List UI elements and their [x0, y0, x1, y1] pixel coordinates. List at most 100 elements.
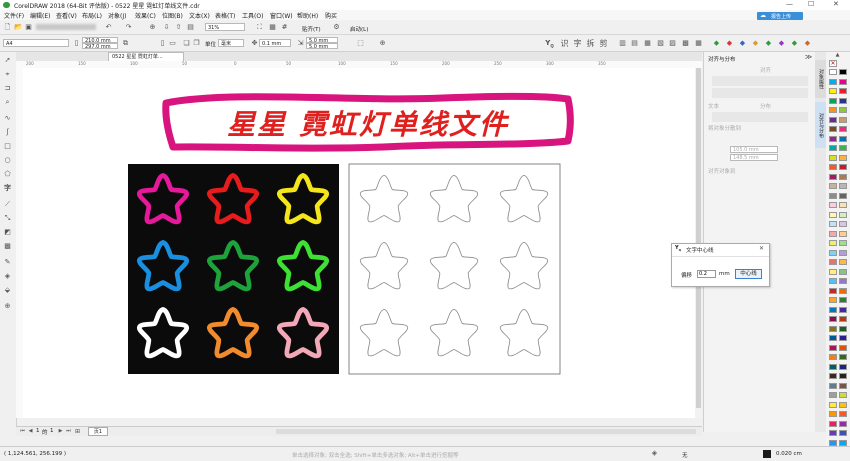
publish-pdf-icon[interactable]: ▤	[186, 23, 195, 32]
color-swatch[interactable]	[829, 135, 837, 142]
color-swatch[interactable]	[829, 392, 837, 398]
offset-input[interactable]	[697, 270, 716, 278]
transparency-icon[interactable]: ▩	[3, 242, 12, 251]
x-position-field[interactable]: 105.0 mm	[730, 146, 778, 153]
add-page-nav-icon[interactable]: ⊞	[73, 427, 82, 436]
upload-button[interactable]: ☁ 报告上传	[757, 12, 803, 20]
color-swatch[interactable]	[829, 316, 837, 322]
align-distribute-tab[interactable]: 对齐与分布	[815, 102, 826, 148]
zoom-select[interactable]: 31%	[205, 23, 245, 31]
plugin-yq-icon[interactable]: YQ	[545, 39, 554, 48]
undo-icon[interactable]: ↶	[104, 23, 113, 32]
color-swatch[interactable]	[839, 88, 847, 94]
color-swatch[interactable]	[839, 145, 847, 151]
y-position-field[interactable]: 148.5 mm	[730, 154, 778, 161]
shape-tool-icon[interactable]: ⌖	[3, 70, 12, 79]
color-swatch[interactable]	[839, 344, 847, 351]
plugin-h-icon[interactable]: ◆	[803, 39, 812, 48]
page-tab[interactable]: 页1	[88, 427, 108, 436]
color-swatch[interactable]	[829, 401, 837, 408]
color-swatch[interactable]	[829, 297, 837, 303]
color-swatch[interactable]	[839, 202, 847, 208]
menu-layout[interactable]: 布局(L)	[82, 11, 102, 20]
align-buttons-row-2[interactable]	[712, 88, 808, 98]
plugin-c-icon[interactable]: ◆	[738, 39, 747, 48]
align-left-icon[interactable]: ▥	[618, 39, 627, 48]
color-swatch[interactable]	[829, 221, 837, 227]
color-swatch[interactable]	[829, 230, 837, 237]
launch-label[interactable]: 启动(L)	[350, 25, 368, 33]
color-swatch[interactable]	[839, 69, 847, 75]
docker-menu-icon[interactable]: ≫	[804, 53, 813, 62]
menu-bitmaps[interactable]: 位图(B)	[162, 11, 183, 20]
color-swatch[interactable]	[829, 107, 837, 113]
color-swatch[interactable]	[839, 107, 847, 113]
color-swatch[interactable]	[839, 78, 847, 85]
all-pages-icon[interactable]: ❏	[182, 39, 191, 48]
export-icon[interactable]: ⇧	[174, 23, 183, 32]
color-swatch[interactable]	[839, 240, 847, 246]
color-swatch[interactable]	[839, 116, 847, 123]
menu-file[interactable]: 文件(F)	[4, 11, 24, 20]
text-tool-icon[interactable]: 字	[3, 184, 12, 193]
color-swatch[interactable]	[829, 344, 837, 351]
distribute-icon[interactable]: ▦	[694, 39, 703, 48]
color-swatch[interactable]	[829, 439, 837, 446]
color-swatch[interactable]	[829, 411, 837, 417]
color-swatch[interactable]	[829, 373, 837, 379]
color-swatch[interactable]	[839, 439, 847, 446]
align-bottom-icon[interactable]: ▩	[681, 39, 690, 48]
import-icon[interactable]: ⇩	[162, 23, 171, 32]
connector-tool-icon[interactable]: ⤡	[3, 214, 12, 223]
plugin-split-button[interactable]: 拆	[586, 39, 595, 48]
pick-tool-icon[interactable]: ➚	[3, 56, 12, 65]
parallel-dimension-icon[interactable]: ⟋	[3, 200, 12, 209]
color-swatch[interactable]	[829, 211, 837, 218]
color-swatch[interactable]	[839, 278, 847, 284]
freehand-tool-icon[interactable]: ∿	[3, 114, 12, 123]
color-swatch[interactable]	[829, 382, 837, 389]
menu-buy[interactable]: 购买	[325, 11, 337, 20]
palette-scroll-up-icon[interactable]: ▲	[833, 51, 842, 60]
close-icon[interactable]: ✕	[833, 0, 839, 8]
horizontal-scrollbar[interactable]	[276, 429, 696, 434]
menu-view[interactable]: 查看(V)	[56, 11, 77, 20]
lock-ratio-icon[interactable]: ⧉	[121, 39, 130, 48]
plugin-cut-button[interactable]: 剪	[599, 39, 608, 48]
color-swatch[interactable]	[829, 278, 837, 284]
interactive-fill-icon[interactable]: ◈	[3, 272, 12, 281]
plugin-recognize-button[interactable]: 识	[560, 39, 569, 48]
transform-icon[interactable]: ⬚	[356, 39, 365, 48]
object-properties-tab[interactable]: 对象属性	[815, 60, 826, 98]
color-swatch[interactable]	[839, 126, 847, 132]
menu-help[interactable]: 帮助(H)	[297, 11, 318, 20]
full-screen-icon[interactable]: ⛶	[255, 23, 264, 32]
align-right-icon[interactable]: ▦	[643, 39, 652, 48]
color-swatch[interactable]	[829, 173, 837, 180]
minimize-icon[interactable]: —	[786, 0, 793, 8]
prev-page-icon[interactable]: ◀	[26, 427, 35, 436]
color-swatch[interactable]	[829, 116, 837, 123]
color-swatch[interactable]	[829, 420, 837, 427]
color-swatch[interactable]	[829, 335, 837, 341]
color-swatch[interactable]	[829, 69, 837, 75]
color-swatch[interactable]	[839, 401, 847, 408]
rulers-icon[interactable]: ▦	[268, 23, 277, 32]
crop-tool-icon[interactable]: ⊐	[3, 84, 12, 93]
last-page-icon[interactable]: ⏭	[64, 427, 73, 436]
menu-object[interactable]: 对象(J)	[108, 11, 126, 20]
color-swatch[interactable]	[829, 363, 837, 370]
color-swatch[interactable]	[839, 221, 847, 227]
color-swatch[interactable]	[839, 420, 847, 427]
snap-to-label[interactable]: 贴齐(T)	[302, 25, 321, 33]
save-icon[interactable]: ▣	[24, 23, 33, 32]
color-swatch[interactable]	[839, 287, 847, 294]
align-center-icon[interactable]: ▤	[630, 39, 639, 48]
ellipse-tool-icon[interactable]: ○	[3, 156, 12, 165]
grid-icon[interactable]: #	[280, 23, 289, 32]
polygon-tool-icon[interactable]: ⬠	[3, 170, 12, 179]
landscape-orientation-icon[interactable]: ▭	[168, 39, 177, 48]
color-swatch[interactable]	[829, 259, 837, 265]
drawing-canvas[interactable]: 星星 霓虹灯单线文件	[23, 68, 695, 418]
centerline-button[interactable]: 中心线	[735, 269, 762, 279]
